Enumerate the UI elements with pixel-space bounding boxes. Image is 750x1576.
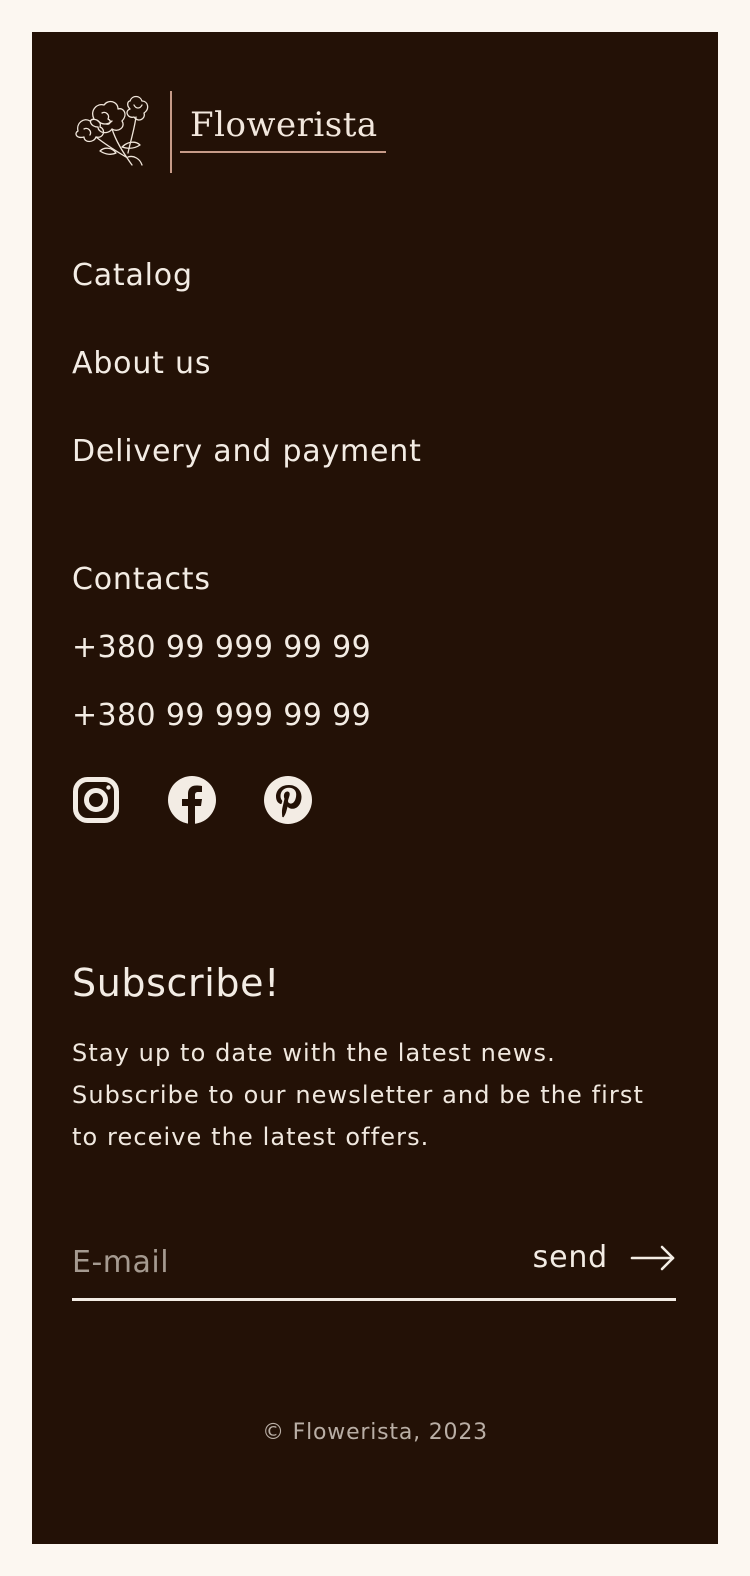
instagram-icon[interactable] <box>72 776 120 824</box>
send-button-label: send <box>532 1240 608 1275</box>
nav-item-catalog[interactable]: Catalog <box>72 254 422 342</box>
logo-underline <box>180 151 386 153</box>
copyright-text: © Flowerista, 2023 <box>262 1420 488 1445</box>
pinterest-icon[interactable] <box>264 776 312 824</box>
arrow-right-icon <box>630 1245 675 1270</box>
footer: Flowerista Catalog About us Delivery and… <box>32 32 718 1544</box>
footer-nav: Catalog About us Delivery and payment <box>72 254 422 518</box>
subscribe-section: Subscribe! Stay up to date with the late… <box>72 954 678 1158</box>
newsletter-form: send <box>72 1230 676 1301</box>
nav-item-delivery-and-payment[interactable]: Delivery and payment <box>72 430 422 518</box>
email-input[interactable] <box>72 1242 492 1282</box>
phone-link-1[interactable]: +380 99 999 99 99 <box>72 626 371 670</box>
phone-link-2[interactable]: +380 99 999 99 99 <box>72 694 371 738</box>
subscribe-description: Stay up to date with the latest news. Su… <box>72 1039 645 1151</box>
brand-name: Flowerista <box>190 105 378 145</box>
facebook-icon[interactable] <box>168 776 216 824</box>
subscribe-title: Subscribe! <box>72 961 280 1005</box>
social-links <box>72 776 312 824</box>
brand-logo[interactable]: Flowerista <box>72 90 392 174</box>
logo-text-wrap: Flowerista <box>180 91 390 173</box>
nav-item-about-us[interactable]: About us <box>72 342 422 430</box>
flower-sketch-icon <box>75 95 149 166</box>
send-button[interactable]: send <box>533 1240 676 1275</box>
contacts-title: Contacts <box>72 562 211 597</box>
contacts-section: Contacts +380 99 999 99 99 +380 99 999 9… <box>72 558 371 738</box>
logo-divider <box>170 91 172 173</box>
